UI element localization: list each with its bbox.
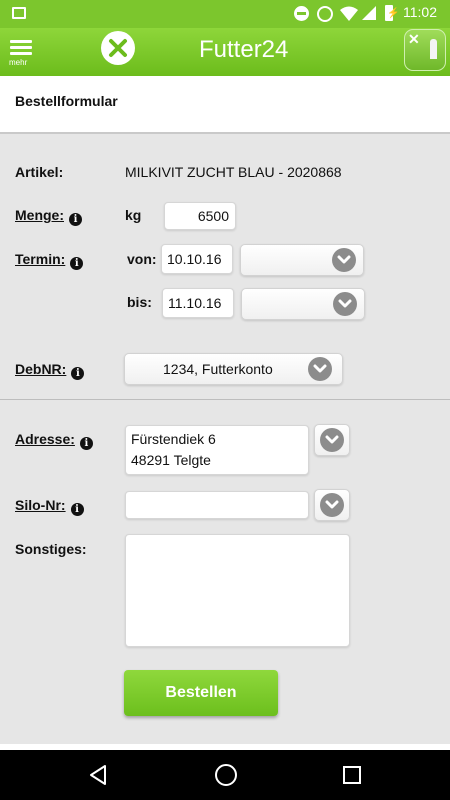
menu-button[interactable]: mehr bbox=[9, 40, 34, 70]
quantity-input[interactable]: 6500 bbox=[164, 202, 236, 230]
quantity-label-row: Menge: i bbox=[15, 207, 82, 226]
home-icon[interactable] bbox=[215, 764, 237, 786]
profile-button[interactable]: ✕ bbox=[404, 29, 446, 71]
battery-icon: ⚡ bbox=[385, 5, 399, 21]
info-icon[interactable]: i bbox=[79, 437, 93, 450]
date-label[interactable]: Termin: bbox=[15, 251, 65, 267]
address-line-2: 48291 Telgte bbox=[131, 452, 211, 468]
info-icon[interactable]: i bbox=[70, 503, 84, 516]
info-icon[interactable]: i bbox=[69, 213, 82, 226]
chevron-down-icon bbox=[333, 292, 357, 316]
date-from-input[interactable]: 10.10.16 bbox=[161, 244, 233, 274]
date-to-input[interactable]: 11.10.16 bbox=[162, 288, 234, 318]
date-from-value: 10.10.16 bbox=[167, 251, 222, 267]
menu-icon bbox=[10, 40, 32, 43]
silo-icon bbox=[430, 39, 437, 59]
debnr-label[interactable]: DebNR: bbox=[15, 361, 66, 377]
date-to-select[interactable] bbox=[241, 288, 365, 320]
do-not-disturb-icon bbox=[294, 6, 309, 21]
date-to-label: bis: bbox=[127, 294, 152, 310]
info-icon[interactable]: i bbox=[70, 257, 84, 270]
chevron-down-icon bbox=[332, 248, 356, 272]
image-notification-icon bbox=[12, 7, 26, 19]
page-title: Bestellformular bbox=[15, 93, 118, 109]
status-bar: ⚡ 11:02 bbox=[0, 0, 450, 28]
date-from-select[interactable] bbox=[240, 244, 364, 276]
quantity-unit: kg bbox=[125, 207, 142, 223]
date-to-value: 11.10.16 bbox=[168, 295, 222, 311]
address-select[interactable] bbox=[314, 424, 350, 456]
quantity-value: 6500 bbox=[197, 208, 229, 224]
recents-icon[interactable] bbox=[343, 766, 361, 784]
section-divider bbox=[0, 399, 450, 400]
article-value: MILKIVIT ZUCHT BLAU - 2020868 bbox=[125, 164, 342, 180]
chevron-down-icon bbox=[308, 357, 332, 381]
chevron-down-icon bbox=[320, 428, 344, 452]
silo-label-row: Silo-Nr: i bbox=[15, 497, 84, 516]
debnr-select[interactable]: 1234, Futterkonto bbox=[124, 353, 343, 385]
date-label-row: Termin: i bbox=[15, 251, 84, 270]
article-label: Artikel: bbox=[15, 164, 64, 180]
quantity-label[interactable]: Menge: bbox=[15, 207, 64, 223]
menu-icon-bar bbox=[10, 46, 32, 49]
silo-input[interactable] bbox=[125, 491, 309, 519]
form-header: Bestellformular bbox=[0, 76, 450, 134]
alarm-icon bbox=[317, 6, 333, 22]
menu-icon-bar bbox=[10, 52, 32, 55]
address-label[interactable]: Adresse: bbox=[15, 431, 75, 447]
app-bar: mehr Futter24 ✕ bbox=[0, 28, 450, 76]
debnr-value: 1234, Futterkonto bbox=[163, 361, 273, 377]
back-icon[interactable] bbox=[88, 764, 108, 786]
order-button[interactable]: Bestellen bbox=[124, 670, 278, 716]
menu-label: mehr bbox=[9, 58, 28, 67]
address-line-1: Fürstendiek 6 bbox=[131, 431, 216, 447]
silo-select[interactable] bbox=[314, 489, 350, 521]
other-label: Sonstiges: bbox=[15, 541, 87, 557]
app-title: Futter24 bbox=[199, 36, 289, 63]
signal-icon bbox=[362, 6, 376, 20]
address-field[interactable]: Fürstendiek 6 48291 Telgte bbox=[125, 425, 309, 475]
silo-label[interactable]: Silo-Nr: bbox=[15, 497, 66, 513]
info-icon[interactable]: i bbox=[71, 367, 85, 380]
chevron-down-icon bbox=[320, 493, 344, 517]
address-label-row: Adresse: i bbox=[15, 431, 93, 450]
close-icon: ✕ bbox=[408, 31, 420, 47]
navigation-bar bbox=[0, 750, 450, 800]
date-from-label: von: bbox=[127, 251, 157, 267]
debnr-label-row: DebNR: i bbox=[15, 361, 85, 380]
wifi-icon bbox=[340, 6, 358, 21]
app-logo-icon bbox=[101, 31, 135, 65]
clock-text: 11:02 bbox=[403, 4, 437, 20]
other-textarea[interactable] bbox=[125, 534, 350, 647]
